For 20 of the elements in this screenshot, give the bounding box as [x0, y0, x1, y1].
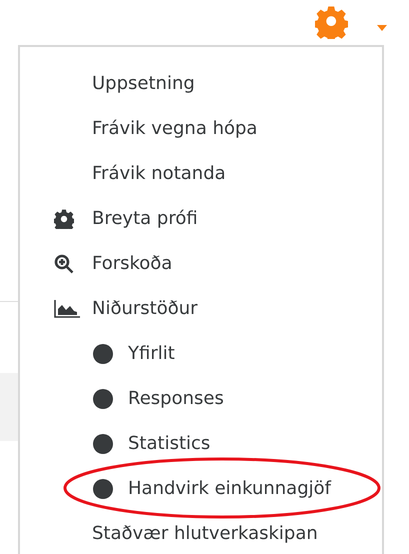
zoom-in-icon: [54, 254, 74, 274]
menu-item[interactable]: Frávik notanda: [92, 163, 226, 184]
menu-item[interactable]: Statistics: [128, 433, 210, 454]
menu-item[interactable]: Breyta prófi: [92, 208, 198, 229]
menu-item[interactable]: Uppsetning: [92, 73, 195, 94]
bullet-icon: [93, 434, 113, 454]
settings-icon[interactable]: [315, 6, 348, 39]
bullet-icon: [93, 344, 113, 364]
menu-item[interactable]: Staðvær hlutverkaskipan: [92, 523, 318, 544]
gear-icon: [54, 208, 74, 228]
bullet-icon: [93, 388, 113, 408]
area-chart-icon: [54, 300, 80, 318]
panel-background: [0, 373, 18, 441]
menu-item[interactable]: Yfirlit: [128, 343, 175, 364]
bullet-icon: [93, 478, 113, 498]
caret-icon[interactable]: [377, 25, 387, 31]
menu-item[interactable]: Responses: [128, 388, 224, 409]
menu-item[interactable]: Niðurstöður: [92, 298, 198, 319]
menu-item[interactable]: Frávik vegna hópa: [92, 118, 258, 139]
menu-item[interactable]: Forskoða: [92, 253, 172, 274]
